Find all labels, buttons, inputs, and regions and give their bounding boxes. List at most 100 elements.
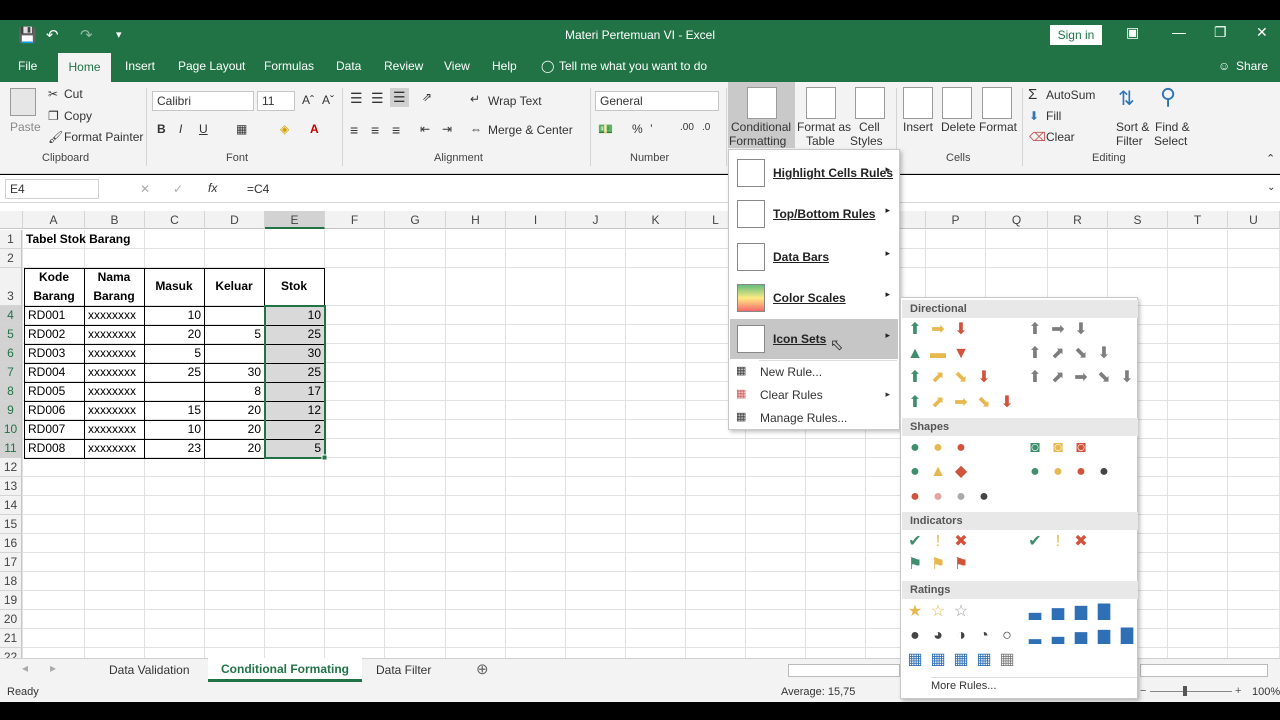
row-header-4[interactable]: 4 xyxy=(0,306,22,325)
borders-icon[interactable]: ▦ xyxy=(236,122,247,136)
tab-page-layout[interactable]: Page Layout xyxy=(178,59,245,73)
insert-cells-icon[interactable] xyxy=(903,87,933,119)
decrease-font-icon[interactable]: Aˇ xyxy=(322,93,334,107)
cancel-icon[interactable]: ✕ xyxy=(140,182,150,196)
prev-sheet-icon[interactable]: ◂ xyxy=(22,661,28,675)
row-header-7[interactable]: 7 xyxy=(0,363,22,382)
horizontal-scrollbar[interactable] xyxy=(788,664,900,677)
zoom-slider-thumb[interactable] xyxy=(1183,686,1187,696)
decrease-decimal-icon[interactable]: .0 xyxy=(702,122,710,133)
header-nama-1[interactable]: Nama xyxy=(85,268,143,287)
row-header-3[interactable]: 3 xyxy=(0,268,22,306)
row-header-17[interactable]: 17 xyxy=(0,553,22,572)
table-cell[interactable]: 20 xyxy=(205,420,264,439)
align-middle-icon[interactable]: ☰ xyxy=(371,90,384,107)
select-all-corner[interactable] xyxy=(0,211,23,229)
formula-input[interactable]: =C4 xyxy=(247,182,269,196)
row-header-18[interactable]: 18 xyxy=(0,572,22,591)
column-header-j[interactable]: J xyxy=(566,211,626,229)
paste-button[interactable]: Paste xyxy=(10,120,41,134)
format-painter-button[interactable]: Format Painter xyxy=(64,130,143,144)
column-header-k[interactable]: K xyxy=(626,211,686,229)
bold-icon[interactable]: B xyxy=(157,122,166,136)
table-cell[interactable]: xxxxxxxx xyxy=(85,344,144,363)
table-cell[interactable]: 15 xyxy=(145,401,204,420)
table-cell[interactable]: 5 xyxy=(265,439,324,458)
table-cell[interactable]: 23 xyxy=(145,439,204,458)
expand-formula-icon[interactable]: ⌄ xyxy=(1267,182,1275,193)
table-cell[interactable]: RD001 xyxy=(25,306,84,325)
enter-icon[interactable]: ✓ xyxy=(173,182,183,196)
copy-icon[interactable]: ❐ xyxy=(48,109,59,123)
merge-center-button[interactable]: Merge & Center xyxy=(488,123,573,137)
table-cell[interactable]: 25 xyxy=(265,325,324,344)
close-icon[interactable]: ✕ xyxy=(1256,24,1268,41)
fill-color-icon[interactable]: ◈ xyxy=(280,122,289,136)
table-cell[interactable]: xxxxxxxx xyxy=(85,325,144,344)
cut-icon[interactable]: ✂ xyxy=(48,87,58,101)
next-sheet-icon[interactable]: ▸ xyxy=(50,661,56,675)
fill-button[interactable]: Fill xyxy=(1046,109,1061,123)
wrap-text-icon[interactable]: ↵ xyxy=(470,92,480,106)
row-header-15[interactable]: 15 xyxy=(0,515,22,534)
column-header-r[interactable]: R xyxy=(1048,211,1108,229)
row-header-12[interactable]: 12 xyxy=(0,458,22,477)
header-stok[interactable]: Stok xyxy=(265,277,323,296)
header-keluar[interactable]: Keluar xyxy=(205,277,263,296)
minimize-icon[interactable]: — xyxy=(1172,24,1186,40)
zoom-level[interactable]: 100% xyxy=(1252,686,1280,698)
wrap-text-button[interactable]: Wrap Text xyxy=(488,94,542,108)
underline-icon[interactable]: U xyxy=(199,122,208,136)
share-icon[interactable]: ☺ xyxy=(1218,59,1230,73)
tab-data[interactable]: Data xyxy=(336,59,361,73)
column-header-p[interactable]: P xyxy=(926,211,986,229)
find-select-button[interactable]: Find & xyxy=(1155,120,1190,134)
row-header-2[interactable]: 2 xyxy=(0,249,22,268)
column-header-g[interactable]: G xyxy=(385,211,446,229)
menu-manage-rules[interactable]: ▦ Manage Rules... xyxy=(730,407,898,429)
comma-icon[interactable]: ’ xyxy=(650,122,653,136)
table-cell[interactable]: RD003 xyxy=(25,344,84,363)
tab-help[interactable]: Help xyxy=(492,59,517,73)
format-as-table-icon[interactable] xyxy=(806,87,836,119)
tell-me-box[interactable]: Tell me what you want to do xyxy=(559,59,707,73)
copy-button[interactable]: Copy xyxy=(64,109,92,123)
row-header-10[interactable]: 10 xyxy=(0,420,22,439)
font-color-icon[interactable]: A xyxy=(310,122,319,136)
table-cell[interactable]: RD002 xyxy=(25,325,84,344)
decrease-indent-icon[interactable]: ⇤ xyxy=(420,122,430,136)
menu-icon-sets[interactable]: Icon Sets ▸ ⬁ xyxy=(730,319,898,359)
sheet-tab-data-filter[interactable]: Data Filter xyxy=(376,663,431,677)
menu-color-scales[interactable]: Color Scales ▸ xyxy=(730,278,898,318)
sheet-tab-conditional-formating[interactable]: Conditional Formating xyxy=(208,658,362,682)
row-header-1[interactable]: 1 xyxy=(0,230,22,249)
zoom-slider[interactable] xyxy=(1150,691,1232,692)
table-cell[interactable]: 5 xyxy=(205,325,264,344)
table-cell[interactable] xyxy=(205,306,264,325)
align-bottom-icon[interactable]: ☰ xyxy=(390,88,409,107)
column-header-e[interactable]: E xyxy=(265,211,325,229)
table-cell[interactable]: 20 xyxy=(145,325,204,344)
table-cell[interactable]: xxxxxxxx xyxy=(85,401,144,420)
table-cell[interactable]: RD008 xyxy=(25,439,84,458)
align-center-icon[interactable]: ≡ xyxy=(371,122,379,138)
fill-icon[interactable]: ⬇ xyxy=(1029,109,1039,123)
table-cell[interactable]: RD005 xyxy=(25,382,84,401)
column-header-f[interactable]: F xyxy=(325,211,385,229)
increase-decimal-icon[interactable]: .00 xyxy=(680,122,694,133)
autosum-button[interactable]: AutoSum xyxy=(1046,88,1095,102)
header-masuk[interactable]: Masuk xyxy=(145,277,203,296)
row-header-16[interactable]: 16 xyxy=(0,534,22,553)
format-painter-icon[interactable]: 🖌 xyxy=(48,130,63,144)
table-cell[interactable]: RD004 xyxy=(25,363,84,382)
accounting-icon[interactable]: 💵 xyxy=(598,122,613,136)
tab-home[interactable]: Home xyxy=(58,53,111,82)
table-cell[interactable]: 10 xyxy=(145,420,204,439)
table-cell[interactable]: xxxxxxxx xyxy=(85,439,144,458)
column-header-u[interactable]: U xyxy=(1228,211,1280,229)
format-cells-icon[interactable] xyxy=(982,87,1012,119)
table-cell[interactable]: xxxxxxxx xyxy=(85,382,144,401)
cell-styles-button[interactable]: Cell xyxy=(859,120,880,134)
row-header-6[interactable]: 6 xyxy=(0,344,22,363)
insert-function-icon[interactable]: fx xyxy=(208,181,217,195)
